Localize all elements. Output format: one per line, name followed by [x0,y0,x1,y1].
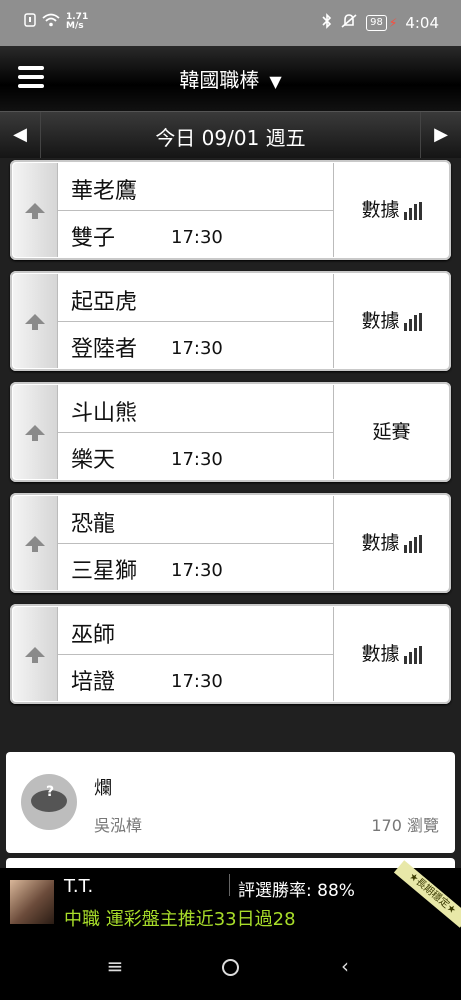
system-nav-bar: ≡ ‹ [0,936,461,1000]
default-avatar-icon: ? [21,774,77,830]
recent-apps-icon[interactable]: ≡ [95,954,135,978]
network-speed: 1.71 M/s [66,12,89,31]
postponed-label: 延賽 [372,421,411,443]
away-team: 斗山熊 [71,401,138,426]
home-team: 登陸者 [71,337,138,362]
notification-icon [24,13,36,31]
expand-handle[interactable] [13,385,58,479]
bar-chart-icon [403,645,422,664]
expand-handle[interactable] [13,163,58,257]
game-card[interactable]: 斗山熊 樂天 17:30 延賽 [10,382,451,482]
stats-button[interactable]: 數據 [335,496,448,590]
stats-button[interactable]: 數據 [335,607,448,701]
expand-handle[interactable] [13,496,58,590]
back-icon[interactable]: ‹ [325,954,365,978]
promo-text: 中職 運彩盤主推近33日過28 [64,909,296,930]
home-team: 三星獅 [71,559,138,584]
stats-button[interactable]: 數據 [335,274,448,368]
next-day-button[interactable]: ▶ [420,112,461,158]
expand-handle[interactable] [13,274,58,368]
status-bar: 1.71 M/s 98 ⚡ 4:04 [0,0,461,46]
game-time: 17:30 [171,671,223,692]
article-card[interactable]: ? 爛 吳泓樟 170 瀏覽 [6,752,455,853]
away-team: 華老鷹 [71,179,138,204]
home-team: 培證 [71,670,116,695]
tipster-name: T.T. [64,876,94,897]
bluetooth-icon [322,13,332,33]
game-card[interactable]: 巫師 培證 17:30 數據 [10,604,451,704]
away-team: 起亞虎 [71,290,138,315]
promo-banner[interactable]: T.T. 評選勝率: 88% 中職 運彩盤主推近33日過28 ★長期穩定★ [0,860,461,936]
game-card[interactable]: 恐龍 三星獅 17:30 數據 [10,493,451,593]
home-team: 樂天 [71,448,116,473]
wifi-icon [42,13,60,31]
mute-bell-icon [340,13,358,33]
page-title: 韓國職棒 [179,68,260,92]
bar-chart-icon [403,534,422,553]
tipster-avatar [10,880,54,924]
dropdown-caret-icon: ▼ [269,72,282,91]
article-author: 吳泓樟 [94,816,143,835]
stats-button[interactable]: 數據 [335,163,448,257]
away-team: 巫師 [71,623,116,648]
home-team: 雙子 [71,226,116,251]
expand-handle[interactable] [13,607,58,701]
stable-ribbon-badge: ★長期穩定★ [393,860,461,928]
home-icon[interactable] [210,954,250,981]
game-card[interactable]: 華老鷹 雙子 17:30 數據 [10,160,451,260]
prev-day-button[interactable]: ◀ [0,112,41,158]
win-rate: 評選勝率: 88% [238,881,355,901]
app-header: 韓國職棒 ▼ [0,46,461,111]
bar-chart-icon [403,201,422,220]
view-count: 170 瀏覽 [371,816,439,835]
date-navigator: ◀ 今日 09/01 週五 ▶ [0,111,461,158]
game-time: 17:30 [171,227,223,248]
charging-icon: ⚡ [388,16,398,30]
game-time: 17:30 [171,449,223,470]
league-selector[interactable]: 韓國職棒 ▼ [0,64,461,93]
game-time: 17:30 [171,338,223,359]
bar-chart-icon [403,312,422,331]
game-card[interactable]: 起亞虎 登陸者 17:30 數據 [10,271,451,371]
battery-indicator: 98 [366,15,387,31]
date-label: 今日 09/01 週五 [155,126,306,150]
game-time: 17:30 [171,560,223,581]
clock: 4:04 [405,14,439,32]
article-title: 爛 [94,778,112,799]
away-team: 恐龍 [71,512,116,537]
